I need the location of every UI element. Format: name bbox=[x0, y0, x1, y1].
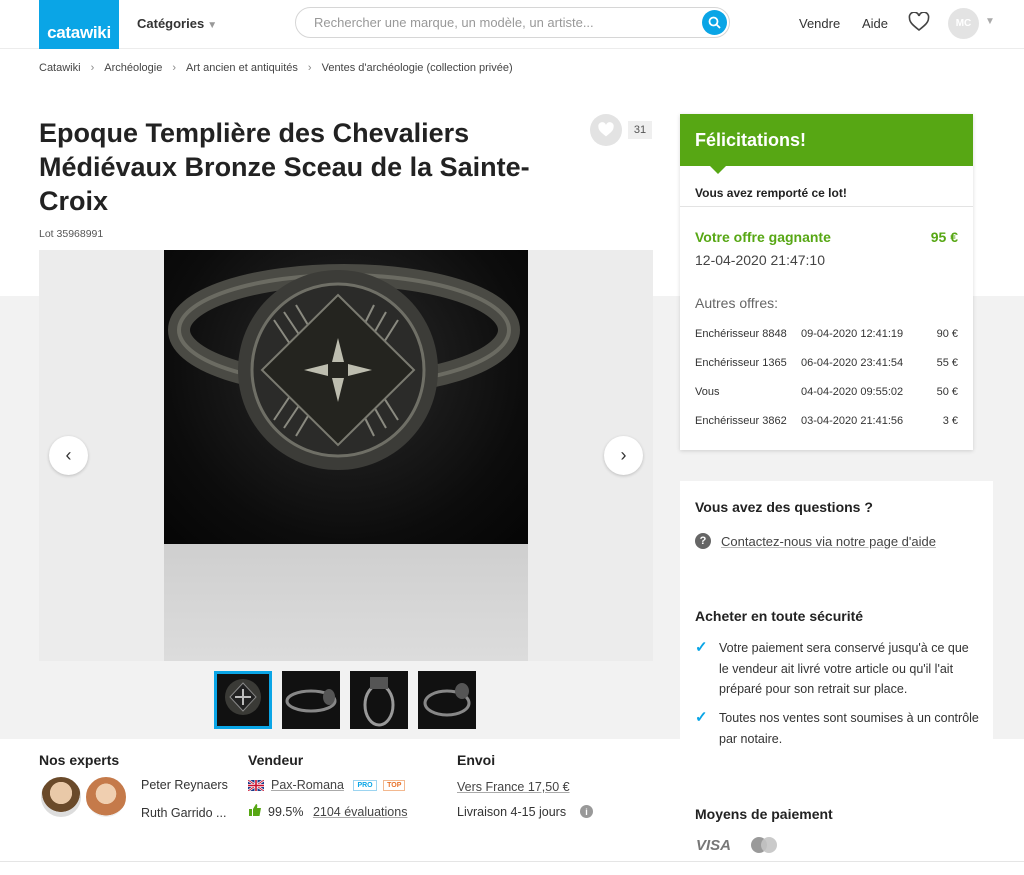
winning-offer-amount: 95 € bbox=[930, 229, 958, 245]
favorites-heart-icon[interactable] bbox=[908, 12, 930, 32]
top-badge: TOP bbox=[383, 780, 406, 792]
experts-section: Nos experts bbox=[39, 752, 119, 768]
seller-rating-percent: 99.5% bbox=[268, 805, 304, 819]
chevron-right-icon: › bbox=[90, 62, 95, 74]
check-icon: ✓ bbox=[695, 639, 708, 656]
top-header: catawiki Catégories▼ Vendre Aide MC ▼ bbox=[0, 0, 1024, 49]
chevron-left-icon: ‹ bbox=[65, 445, 72, 465]
seller-info: Pax-Romana PRO TOP bbox=[271, 778, 406, 792]
search-input[interactable] bbox=[314, 15, 694, 30]
won-message: Vous avez remporté ce lot! bbox=[695, 186, 847, 200]
chevron-right-icon: › bbox=[620, 445, 627, 465]
offer-amount: 55 € bbox=[936, 357, 958, 369]
expert-name[interactable]: Peter Reynaers bbox=[141, 778, 228, 792]
sell-link[interactable]: Vendre bbox=[799, 16, 840, 31]
offer-date: 04-04-2020 09:55:02 bbox=[801, 386, 904, 398]
winner-card: Félicitations! Vous avez remporté ce lot… bbox=[680, 114, 973, 450]
offer-amount: 3 € bbox=[942, 415, 958, 427]
breadcrumb-item[interactable]: Catawiki bbox=[39, 62, 81, 74]
chevron-right-icon: › bbox=[307, 62, 312, 74]
thumbnail[interactable] bbox=[418, 671, 476, 729]
safe-point: Votre paiement sera conservé jusqu'à ce … bbox=[719, 641, 969, 696]
seller-section: Vendeur bbox=[248, 752, 303, 768]
chevron-right-icon: › bbox=[172, 62, 177, 74]
shipping-section: Envoi bbox=[457, 752, 495, 768]
payment-methods-heading: Moyens de paiement bbox=[695, 806, 833, 822]
seller-reviews-link[interactable]: 2104 évaluations bbox=[313, 805, 408, 819]
breadcrumb-item[interactable]: Archéologie bbox=[104, 62, 162, 74]
breadcrumb-item[interactable]: Ventes d'archéologie (collection privée) bbox=[322, 62, 513, 74]
favorite-button[interactable] bbox=[590, 114, 622, 146]
offer-amount: 90 € bbox=[936, 328, 958, 340]
user-avatar[interactable]: MC bbox=[948, 8, 979, 39]
help-link[interactable]: Aide bbox=[862, 16, 888, 31]
categories-label: Catégories bbox=[137, 16, 205, 31]
lot-number: Lot 35968991 bbox=[39, 228, 104, 240]
shipping-cost-link[interactable]: Vers France 17,50 € bbox=[457, 780, 570, 794]
offer-amount: 50 € bbox=[936, 386, 958, 398]
experts-heading: Nos experts bbox=[39, 752, 120, 768]
winner-heading: Félicitations! bbox=[680, 114, 973, 174]
heart-icon bbox=[598, 122, 614, 137]
photo-reflection bbox=[164, 544, 528, 661]
pro-badge: PRO bbox=[353, 780, 377, 792]
thumbnail[interactable] bbox=[282, 671, 340, 729]
safe-buying-title: Acheter en toute sécurité bbox=[695, 608, 864, 624]
question-icon: ? bbox=[695, 533, 711, 549]
winning-offer-date: 12-04-2020 21:47:10 bbox=[695, 252, 825, 268]
offer-bidder: Enchérisseur 1365 bbox=[695, 357, 787, 369]
divider bbox=[680, 206, 973, 207]
footer-divider bbox=[0, 861, 1024, 862]
uk-flag-icon bbox=[248, 780, 264, 791]
offer-bidder: Vous bbox=[695, 386, 720, 398]
previous-image-button[interactable]: ‹ bbox=[49, 436, 88, 475]
expert-avatar[interactable] bbox=[39, 775, 83, 819]
heading-notch bbox=[710, 166, 726, 174]
offer-date: 09-04-2020 12:41:19 bbox=[801, 328, 904, 340]
offer-bidder: Enchérisseur 8848 bbox=[695, 328, 787, 340]
offer-bidder: Enchérisseur 3862 bbox=[695, 415, 787, 427]
main-photo[interactable] bbox=[164, 250, 528, 544]
breadcrumb-item[interactable]: Art ancien et antiquités bbox=[186, 62, 298, 74]
expert-avatar[interactable] bbox=[84, 775, 128, 819]
thumbnail-strip bbox=[214, 671, 476, 729]
help-title: Vous avez des questions ? bbox=[695, 499, 873, 515]
visa-logo: VISA bbox=[696, 837, 732, 854]
seller-heading: Vendeur bbox=[248, 752, 304, 768]
ring-image bbox=[168, 264, 520, 470]
check-icon: ✓ bbox=[695, 709, 708, 726]
mastercard-icon bbox=[751, 837, 777, 853]
thumbnail[interactable] bbox=[214, 671, 272, 729]
safe-point: Toutes nos ventes sont soumises à un con… bbox=[719, 711, 979, 746]
delivery-time: Livraison 4-15 jours bbox=[457, 805, 567, 819]
shipping-heading: Envoi bbox=[457, 752, 496, 768]
thumbnail[interactable] bbox=[350, 671, 408, 729]
image-gallery: ‹ › bbox=[39, 250, 653, 661]
info-icon[interactable]: i bbox=[580, 805, 593, 818]
offer-date: 03-04-2020 21:41:56 bbox=[801, 415, 904, 427]
help-card: Vous avez des questions ? ? Contactez-no… bbox=[680, 481, 993, 746]
search-icon bbox=[708, 16, 721, 29]
winner-heading-text: Félicitations! bbox=[695, 130, 807, 150]
breadcrumb: Catawiki › Archéologie › Art ancien et ant… bbox=[39, 62, 513, 74]
favorite-count: 31 bbox=[628, 121, 652, 139]
search-bar bbox=[295, 7, 730, 38]
chevron-down-icon: ▼ bbox=[207, 20, 218, 31]
lot-title: Epoque Templière des Chevaliers Médiévau… bbox=[39, 118, 530, 216]
next-image-button[interactable]: › bbox=[604, 436, 643, 475]
other-offers-label: Autres offres: bbox=[695, 295, 779, 311]
winning-offer-label: Votre offre gagnante bbox=[695, 229, 831, 245]
expert-name[interactable]: Ruth Garrido ... bbox=[141, 806, 226, 820]
seller-rating: 99.5% 2104 évaluations bbox=[268, 805, 407, 819]
chevron-down-icon[interactable]: ▼ bbox=[985, 16, 995, 27]
seller-name-link[interactable]: Pax-Romana bbox=[271, 778, 344, 792]
offer-date: 06-04-2020 23:41:54 bbox=[801, 357, 904, 369]
catawiki-logo[interactable]: catawiki bbox=[39, 0, 119, 49]
categories-menu[interactable]: Catégories ▼ bbox=[137, 16, 217, 31]
search-button[interactable] bbox=[702, 10, 727, 35]
contact-help-link[interactable]: Contactez-nous via notre page d'aide bbox=[721, 534, 936, 549]
thumbs-up-icon bbox=[249, 804, 261, 816]
